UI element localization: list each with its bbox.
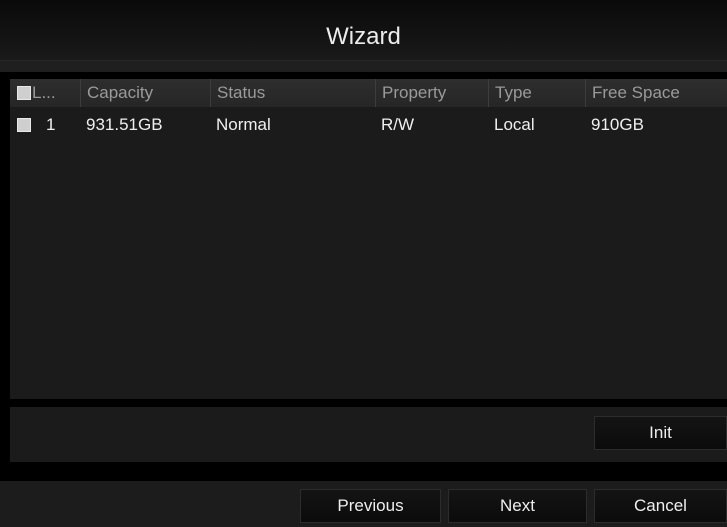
- row-checkbox[interactable]: [17, 118, 31, 132]
- column-header-no[interactable]: L...: [32, 79, 80, 107]
- title-separator: [0, 60, 727, 72]
- init-button[interactable]: Init: [594, 416, 727, 450]
- cell-capacity: 931.51GB: [86, 115, 163, 134]
- table-row[interactable]: 1 931.51GB Normal R/W Local 910GB: [10, 111, 727, 139]
- title-bar: Wizard: [0, 0, 727, 60]
- cell-free-space: 910GB: [591, 115, 644, 134]
- column-header-status[interactable]: Status: [210, 79, 375, 107]
- column-header-type[interactable]: Type: [488, 79, 585, 107]
- column-header-property[interactable]: Property: [375, 79, 488, 107]
- window-title: Wizard: [326, 23, 401, 50]
- table-header: L... Capacity Status Property Type Free …: [10, 79, 727, 107]
- select-all-checkbox[interactable]: [17, 86, 31, 100]
- cell-type: Local: [494, 115, 535, 134]
- cancel-button[interactable]: Cancel: [594, 489, 727, 523]
- next-button[interactable]: Next: [448, 489, 587, 523]
- cell-status: Normal: [216, 115, 271, 134]
- hdd-table: L... Capacity Status Property Type Free …: [10, 79, 727, 399]
- cell-property: R/W: [381, 115, 415, 134]
- cell-no: 1: [46, 115, 56, 134]
- column-header-capacity[interactable]: Capacity: [80, 79, 210, 107]
- column-header-free-space[interactable]: Free Space: [585, 79, 727, 107]
- wizard-window: Wizard L... Capacity Status Property Typ…: [0, 0, 727, 527]
- previous-button[interactable]: Previous: [300, 489, 441, 523]
